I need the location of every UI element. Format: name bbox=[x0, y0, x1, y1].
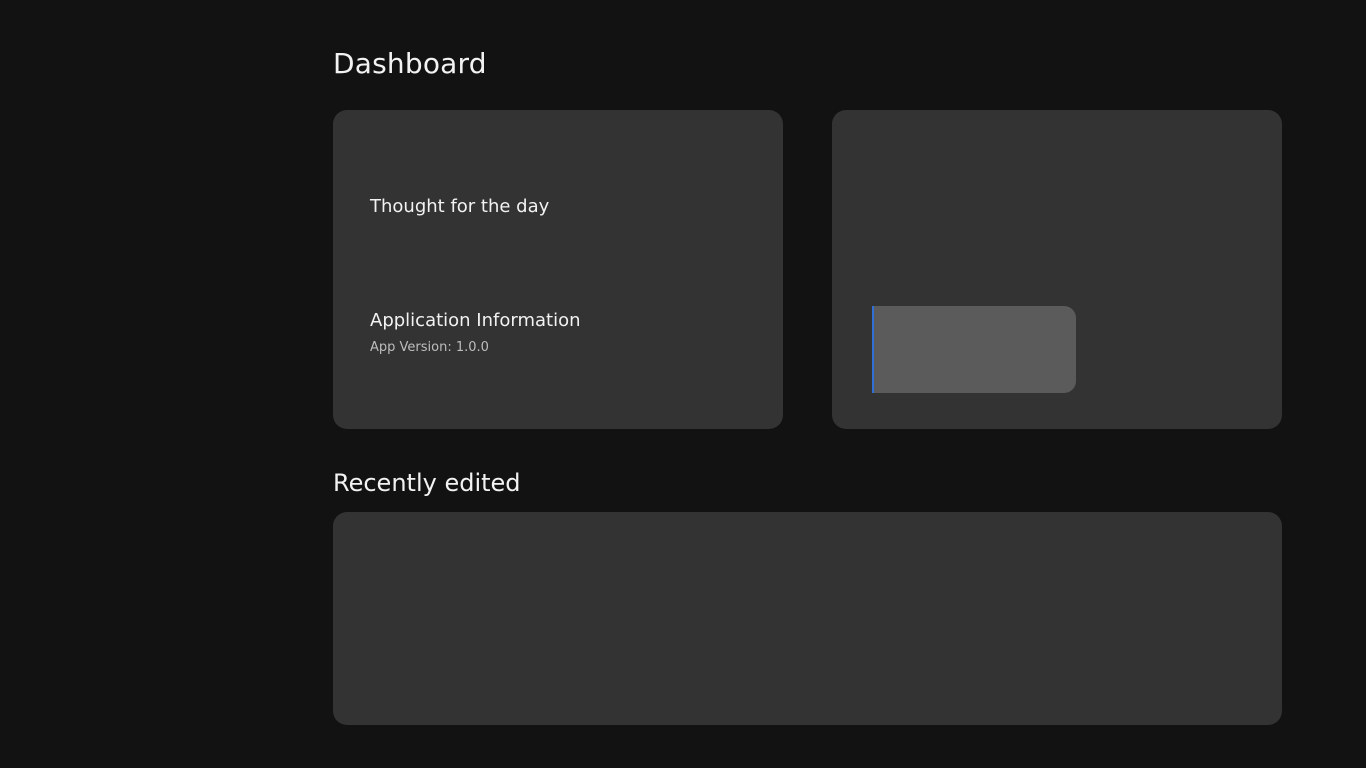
recently-edited-title: Recently edited bbox=[333, 469, 521, 497]
recently-edited-panel bbox=[333, 512, 1282, 725]
thought-for-the-day-title: Thought for the day bbox=[370, 196, 550, 217]
application-information-title: Application Information bbox=[370, 310, 581, 331]
widget-card bbox=[832, 110, 1282, 429]
app-version-text: App Version: 1.0.0 bbox=[370, 340, 489, 355]
page-title: Dashboard bbox=[333, 47, 487, 80]
widget-action-button[interactable] bbox=[872, 306, 1076, 393]
sidebar bbox=[0, 0, 300, 768]
info-card: Thought for the day Application Informat… bbox=[333, 110, 783, 429]
